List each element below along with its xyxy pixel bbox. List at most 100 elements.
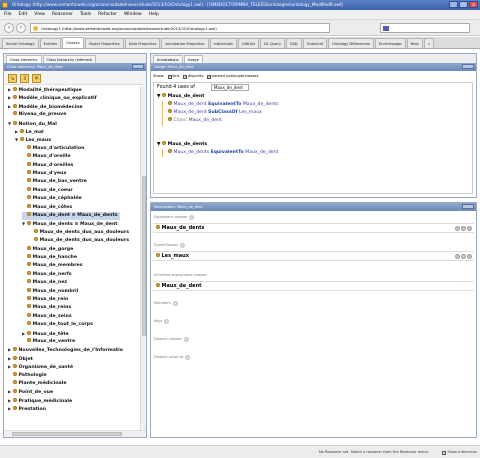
menu-edit[interactable]: Edit xyxy=(19,12,28,17)
delete-icon[interactable] xyxy=(461,225,466,231)
add-sibling-icon[interactable]: ⇓ xyxy=(20,74,29,83)
menu-reasoner[interactable]: Reasoner xyxy=(52,12,73,17)
add-icon[interactable]: + xyxy=(189,215,195,220)
ontology-address-field[interactable]: Ontology1 (http://www.semanticweb.org/oc… xyxy=(30,23,330,33)
tree-node[interactable]: Maux_de_dents_dus_aux_douleurs xyxy=(29,237,129,245)
usage-group-maux-de-dent[interactable]: ▼ Maux_de_dent xyxy=(157,93,204,101)
tree-node[interactable]: Maux_de_nombril xyxy=(22,287,78,296)
tab-object-properties[interactable]: Object Properties xyxy=(84,38,124,48)
panel-controls-icon[interactable] xyxy=(462,64,474,69)
tree-node[interactable]: Maux_de_gorge xyxy=(22,245,73,254)
annotate-icon[interactable] xyxy=(455,225,460,231)
show-this-checkbox[interactable]: ✓ xyxy=(167,74,172,79)
tree-node[interactable]: Maux_d'articulation xyxy=(22,144,84,153)
tab-sad[interactable]: SAD xyxy=(285,38,302,48)
usage-axiom[interactable]: Class: Maux_de_dent xyxy=(168,117,222,125)
inherited-class-entry[interactable]: Maux_de_dent xyxy=(153,281,474,291)
menu-file[interactable]: File xyxy=(4,12,12,17)
tab-annotation-properties[interactable]: Annotation Properties xyxy=(161,38,209,48)
tab-individuals[interactable]: Individuals xyxy=(209,38,237,48)
tree-node[interactable]: ▶ Maux_de_tête xyxy=(22,330,69,338)
expand-icon[interactable]: ▼ xyxy=(157,94,161,99)
tree-node[interactable]: Maux_de_côtes xyxy=(22,203,72,212)
usage-axiom[interactable]: Maux_de_dent SubClassOf Les_maux xyxy=(168,109,262,117)
panel-controls-icon[interactable] xyxy=(132,64,144,69)
tab-owlviz[interactable]: OWLViz xyxy=(237,38,260,48)
tab-ontograf[interactable]: OntoGraf xyxy=(302,38,328,48)
tree-horizontal-scrollbar[interactable] xyxy=(4,430,146,437)
tree-node[interactable]: ▼ Maux_de_dents ≡ Maux_de_dent xyxy=(22,220,118,228)
panel-controls-icon[interactable] xyxy=(462,204,474,209)
subtab-usage[interactable]: Usage xyxy=(183,55,203,63)
tree-node[interactable]: Maux_de_coeur xyxy=(22,186,73,195)
equivalent-class-entry[interactable]: Maux_de_dents xyxy=(153,223,474,233)
tree-node[interactable]: Maux_d'oreilles xyxy=(22,161,73,170)
menu-help[interactable]: Help xyxy=(149,12,159,17)
usage-group-maux-de-dents[interactable]: ▼ Maux_de_dents xyxy=(157,141,207,149)
menu-refactor[interactable]: Refactor xyxy=(98,12,117,17)
add-icon[interactable]: + xyxy=(183,337,189,342)
menu-view[interactable]: View xyxy=(34,12,45,17)
tab-enrichissage[interactable]: Enrichissage xyxy=(374,38,406,48)
tree-node[interactable]: ▶ Prestation xyxy=(8,405,46,413)
tab-ontology-differences[interactable]: Ontology Differences xyxy=(328,38,374,48)
tree-node[interactable]: ▶ Objet xyxy=(8,355,33,363)
tree-node[interactable]: ▼ Les_maux xyxy=(15,136,51,144)
tree-node[interactable]: Plante_médicinale xyxy=(8,380,67,388)
tab-dl-query[interactable]: DL Query xyxy=(260,38,285,48)
edit-icon[interactable] xyxy=(467,253,472,259)
forward-arrow-icon[interactable]: › xyxy=(16,23,26,33)
tree-node[interactable]: ▶ Modalité_thérapeutique xyxy=(8,86,82,94)
delete-icon[interactable] xyxy=(461,253,466,259)
tree-vertical-scrollbar[interactable] xyxy=(140,86,146,430)
tree-node[interactable]: Maux_de_nez xyxy=(22,279,67,287)
show-inferences-checkbox[interactable]: ✓ xyxy=(442,450,447,455)
show-named-checkbox[interactable]: ✓ xyxy=(206,74,211,79)
tab-classes[interactable]: Classes xyxy=(62,37,84,48)
usage-axiom[interactable]: Maux_de_dent EquivalentTo Maux_de_dents xyxy=(168,101,278,109)
add-icon[interactable]: + xyxy=(180,243,186,248)
back-arrow-icon[interactable]: ‹ xyxy=(4,23,14,33)
tree-node[interactable]: Pathologie xyxy=(8,371,47,380)
tree-node[interactable]: ▶ Pratique_médicinale xyxy=(8,397,72,405)
add-icon[interactable]: + xyxy=(172,301,178,306)
tree-node[interactable]: ▶ Modèle_de_biomédecine xyxy=(8,103,83,111)
tree-node[interactable]: ▶ Modèle_clinique_ou_explicatif xyxy=(8,94,97,102)
tree-node[interactable]: Maux_d'yeux xyxy=(22,170,66,178)
minimize-button[interactable]: _ xyxy=(449,1,458,8)
annotate-icon[interactable] xyxy=(455,253,460,259)
close-button[interactable]: × xyxy=(469,1,478,8)
tree-node[interactable]: ▶ Nouvelles_Technologies_de_l'Informatio xyxy=(8,346,123,354)
show-disjoints-checkbox[interactable]: ✓ xyxy=(182,74,187,79)
subtab-class-hierarchy-inferred-[interactable]: Class hierarchy (inferred) xyxy=(42,55,97,63)
tree-node[interactable]: Maux_de_seins xyxy=(22,312,72,321)
tree-node[interactable]: Maux_de_ventre xyxy=(22,338,75,346)
usage-axiom[interactable]: Maux_de_dents EquivalentTo Maux_de_dent xyxy=(168,149,278,157)
menu-window[interactable]: Window xyxy=(124,12,142,17)
entity-search-box[interactable] xyxy=(380,23,470,33)
tab-entities[interactable]: Entities xyxy=(39,38,62,48)
tree-node[interactable]: ▶ Point_de_vue xyxy=(8,388,53,396)
maximize-button[interactable]: □ xyxy=(459,1,468,8)
show-inferences-toggle[interactable]: ✓Show Inferences xyxy=(440,446,477,458)
tree-node[interactable]: Maux_de_céphalée xyxy=(22,195,82,203)
tab-active-ontology[interactable]: Active Ontology xyxy=(2,38,39,48)
edit-icon[interactable] xyxy=(467,225,472,231)
tree-node[interactable]: ▶ Organisme_de_santé xyxy=(8,363,73,371)
menu-tools[interactable]: Tools xyxy=(80,12,91,17)
tree-node[interactable]: Maux_de_reins xyxy=(22,304,71,312)
tree-node[interactable]: Maux_de_rein xyxy=(22,296,68,304)
delete-class-icon[interactable]: ✕ xyxy=(32,74,41,83)
subtab-class-hierarchy[interactable]: Class hierarchy xyxy=(6,55,42,63)
add-icon[interactable]: + xyxy=(164,319,170,324)
tree-node[interactable]: Maux_de_dents_dus_aux_douleurs xyxy=(29,228,129,237)
add-icon[interactable]: + xyxy=(185,355,191,360)
superclass-entry[interactable]: Les_maux xyxy=(153,251,474,261)
expand-icon[interactable]: ▼ xyxy=(157,142,161,147)
add-subclass-icon[interactable]: ⇘ xyxy=(8,74,17,83)
tree-node[interactable]: Maux_d'oreille xyxy=(22,153,71,161)
tree-node[interactable]: Niveau_de_preuve xyxy=(8,111,66,119)
tree-node[interactable]: Maux_de_bas_ventre xyxy=(22,178,87,186)
tab-data-properties[interactable]: Data Properties xyxy=(124,38,161,48)
tab--[interactable]: » xyxy=(423,38,435,48)
